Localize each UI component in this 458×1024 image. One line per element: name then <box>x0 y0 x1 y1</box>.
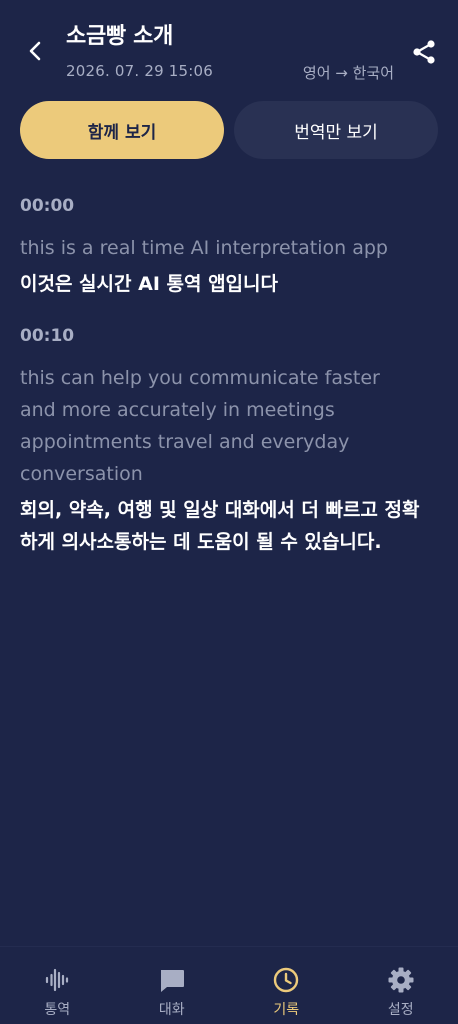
app-root: 소금빵 소개 2026. 07. 29 15:06 영어 → 한국어 함께 보기… <box>0 0 458 1024</box>
nav-label-settings: 설정 <box>387 1002 414 1018</box>
entry-translated-text: 회의, 약속, 여행 및 일상 대화에서 더 빠르고 정확하게 의사소통하는 데… <box>20 499 420 553</box>
nav-label-interpret: 통역 <box>44 1002 71 1018</box>
page-title: 소금빵 소개 <box>66 24 174 49</box>
nav-item-interpret[interactable]: 통역 <box>0 947 115 1024</box>
clock-icon <box>271 965 301 995</box>
bottom-navigation: 통역 대화 기록 설정 <box>0 946 458 1024</box>
back-button[interactable] <box>22 38 48 64</box>
transcript-entry: 00:00 this is a real time AI interpretat… <box>20 196 420 300</box>
nav-item-settings[interactable]: 설정 <box>344 947 458 1024</box>
share-icon <box>413 40 435 64</box>
transcript-entry: 00:10 this can help you communicate fast… <box>20 326 420 558</box>
nav-label-conversation: 대화 <box>158 1002 185 1018</box>
nav-label-history: 기록 <box>273 1002 300 1018</box>
transcript-list: 00:00 this is a real time AI interpretat… <box>20 196 420 584</box>
entry-translated-text: 이것은 실시간 AI 통역 앱입니다 <box>20 273 278 295</box>
waveform-icon <box>42 965 72 995</box>
chevron-left-icon <box>29 41 41 61</box>
entry-timestamp: 00:10 <box>20 326 75 346</box>
entry-timestamp: 00:00 <box>20 196 75 216</box>
view-both-button[interactable]: 함께 보기 <box>20 101 224 159</box>
chat-bubble-icon <box>157 965 187 995</box>
view-mode-toggle: 함께 보기 번역만 보기 <box>20 101 438 159</box>
gear-icon <box>386 965 416 995</box>
entry-source-text: this can help you communicate faster and… <box>20 367 380 485</box>
entry-source-text: this is a real time AI interpretation ap… <box>20 237 388 259</box>
view-translation-only-button[interactable]: 번역만 보기 <box>234 101 438 159</box>
language-pair: 영어 → 한국어 <box>302 64 394 82</box>
share-button[interactable] <box>410 38 438 66</box>
record-timestamp: 2026. 07. 29 15:06 <box>66 62 214 80</box>
nav-item-history[interactable]: 기록 <box>229 947 344 1024</box>
nav-item-conversation[interactable]: 대화 <box>115 947 230 1024</box>
